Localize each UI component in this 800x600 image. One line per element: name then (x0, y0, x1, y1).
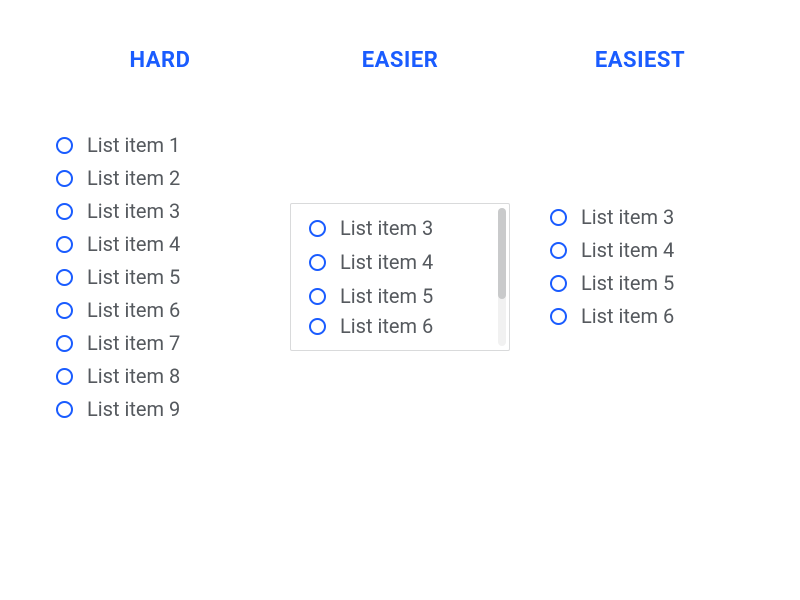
list-item: List item 3 (550, 205, 674, 229)
column-header-hard: HARD (130, 48, 191, 73)
list-item: List item 4 (309, 250, 491, 274)
bullet-icon (309, 254, 326, 271)
scrollbar-thumb[interactable] (498, 208, 506, 299)
list-item: List item 7 (56, 331, 180, 355)
list-item: List item 8 (56, 364, 180, 388)
list-item-partial: List item 6 (309, 318, 491, 336)
bullet-icon (56, 269, 73, 286)
list-item: List item 3 (56, 199, 180, 223)
bullet-icon (56, 236, 73, 253)
list-item-label: List item 4 (340, 250, 433, 274)
bullet-icon (56, 137, 73, 154)
bullet-icon (309, 318, 326, 335)
bullet-icon (309, 288, 326, 305)
bullet-icon (56, 203, 73, 220)
list-item: List item 3 (309, 216, 491, 240)
list-item-label: List item 5 (581, 271, 674, 295)
bullet-icon (56, 302, 73, 319)
list-item-label: List item 3 (581, 205, 674, 229)
list-item-label: List item 5 (340, 284, 433, 308)
bullet-icon (56, 368, 73, 385)
list-item: List item 2 (56, 166, 180, 190)
list-item: List item 6 (56, 298, 180, 322)
list-item-label: List item 6 (340, 318, 433, 336)
column-easiest: EASIEST List item 3 List item 4 List ite… (520, 48, 760, 560)
list-item-label: List item 9 (87, 397, 180, 421)
column-easier: EASIER List item 3 List item 4 List item… (280, 48, 520, 560)
list-item-label: List item 4 (581, 238, 674, 262)
bullet-icon (56, 170, 73, 187)
list-item: List item 5 (550, 271, 674, 295)
list-item-label: List item 3 (87, 199, 180, 223)
bullet-icon (550, 209, 567, 226)
list-item-label: List item 1 (87, 133, 180, 157)
bullet-icon (56, 401, 73, 418)
list-easier: List item 3 List item 4 List item 5 List… (309, 216, 491, 336)
bullet-icon (309, 220, 326, 237)
list-item: List item 9 (56, 397, 180, 421)
list-item-label: List item 5 (87, 265, 180, 289)
bullet-icon (550, 242, 567, 259)
list-item: List item 4 (56, 232, 180, 256)
list-item-label: List item 6 (581, 304, 674, 328)
list-item: List item 4 (550, 238, 674, 262)
column-hard: HARD List item 1 List item 2 List item 3… (40, 48, 280, 560)
list-item: List item 1 (56, 133, 180, 157)
column-header-easiest: EASIEST (595, 48, 685, 73)
list-item-label: List item 8 (87, 364, 180, 388)
scrollable-list-easier[interactable]: List item 3 List item 4 List item 5 List… (290, 203, 510, 351)
list-item-label: List item 2 (87, 166, 180, 190)
bullet-icon (56, 335, 73, 352)
list-item: List item 5 (56, 265, 180, 289)
list-item: List item 5 (309, 284, 491, 308)
scrollbar-track[interactable] (498, 208, 506, 346)
bullet-icon (550, 308, 567, 325)
list-hard: List item 1 List item 2 List item 3 List… (40, 133, 180, 421)
list-item-label: List item 6 (87, 298, 180, 322)
list-item: List item 6 (550, 304, 674, 328)
list-item-label: List item 4 (87, 232, 180, 256)
list-item-label: List item 7 (87, 331, 180, 355)
bullet-icon (550, 275, 567, 292)
column-header-easier: EASIER (362, 48, 439, 73)
list-item-label: List item 3 (340, 216, 433, 240)
list-easiest: List item 3 List item 4 List item 5 List… (520, 205, 674, 328)
